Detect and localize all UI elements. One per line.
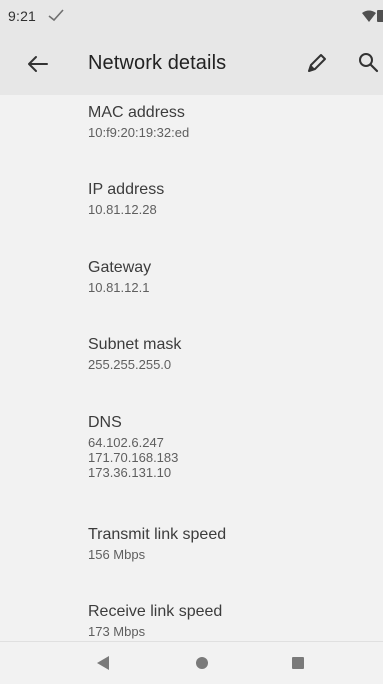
mac-label: MAC address bbox=[88, 104, 185, 121]
dns-value-1: 64.102.6.247 bbox=[88, 435, 164, 450]
detail-subnet-mask: Subnet mask 255.255.255.0 bbox=[88, 335, 368, 372]
detail-gateway: Gateway 10.81.12.1 bbox=[88, 258, 368, 295]
dns-value-2: 171.70.168.183 bbox=[88, 450, 179, 465]
network-details-list[interactable]: MAC address 10:f9:20:19:32:ed IP address… bbox=[0, 95, 383, 641]
nav-back-icon[interactable] bbox=[96, 656, 110, 670]
transmit-label: Transmit link speed bbox=[88, 526, 227, 543]
detail-receive-link-speed: Receive link speed 173 Mbps bbox=[88, 602, 368, 639]
ip-value: 10.81.12.28 bbox=[88, 202, 157, 217]
dns-label: DNS bbox=[88, 414, 122, 431]
search-icon[interactable] bbox=[356, 50, 382, 76]
nav-recents-icon[interactable] bbox=[292, 657, 304, 669]
gateway-label: Gateway bbox=[88, 259, 152, 276]
mac-value: 10:f9:20:19:32:ed bbox=[88, 125, 190, 140]
wifi-icon bbox=[362, 10, 376, 22]
status-bar: 9:21 bbox=[0, 0, 383, 32]
receive-label: Receive link speed bbox=[88, 603, 223, 620]
detail-dns: DNS 64.102.6.247 171.70.168.183 173.36.1… bbox=[88, 413, 368, 480]
battery-icon bbox=[377, 10, 383, 22]
subnet-label: Subnet mask bbox=[88, 336, 182, 353]
page-title: Network details bbox=[88, 52, 227, 74]
receive-value: 173 Mbps bbox=[88, 624, 146, 639]
status-time: 9:21 bbox=[8, 8, 37, 24]
detail-mac-address: MAC address 10:f9:20:19:32:ed bbox=[88, 103, 368, 140]
detail-ip-address: IP address 10.81.12.28 bbox=[88, 180, 368, 217]
check-icon bbox=[48, 9, 64, 22]
detail-transmit-link-speed: Transmit link speed 156 Mbps bbox=[88, 525, 368, 562]
back-arrow-icon[interactable] bbox=[24, 52, 52, 76]
system-nav-bar bbox=[0, 641, 383, 684]
subnet-value: 255.255.255.0 bbox=[88, 357, 172, 372]
ip-label: IP address bbox=[88, 181, 165, 198]
dns-value-3: 173.36.131.10 bbox=[88, 465, 172, 480]
transmit-value: 156 Mbps bbox=[88, 547, 146, 562]
edit-pencil-icon[interactable] bbox=[304, 50, 330, 76]
app-bar: Network details bbox=[0, 32, 383, 95]
nav-home-icon[interactable] bbox=[196, 657, 208, 669]
gateway-value: 10.81.12.1 bbox=[88, 280, 150, 295]
